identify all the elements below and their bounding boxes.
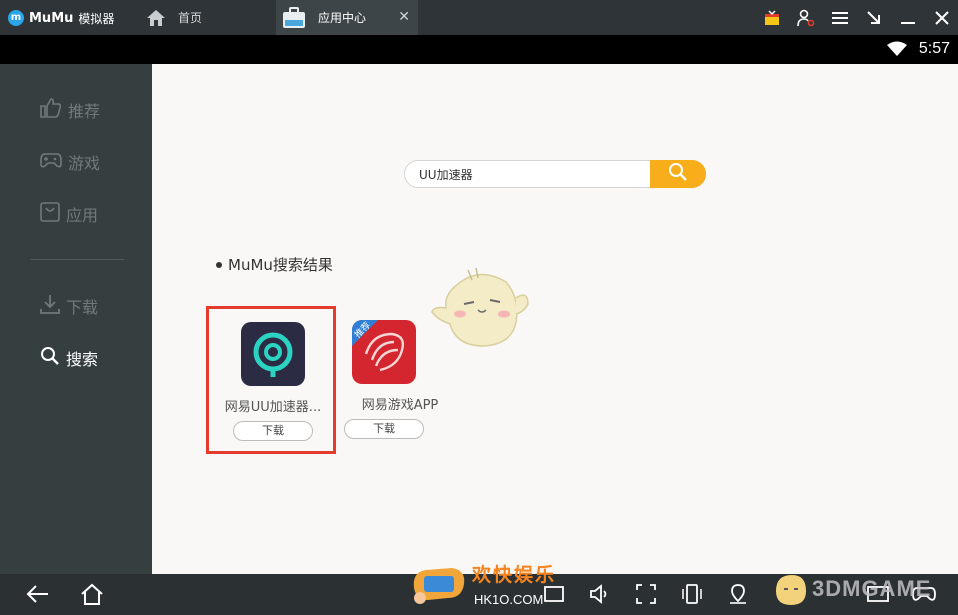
sidebar: 推荐 游戏 应用 下载 搜索 <box>0 64 152 574</box>
user-settings-icon[interactable] <box>796 8 816 28</box>
search-icon <box>40 346 60 370</box>
rotate-icon[interactable] <box>680 582 704 606</box>
sidebar-item-label: 应用 <box>66 206 99 225</box>
sidebar-item-recommend[interactable]: 推荐 <box>40 98 100 122</box>
search-icon <box>668 162 688 186</box>
mumu-logo-icon: m <box>8 10 24 26</box>
status-bar: 5:57 <box>0 35 958 64</box>
results-heading: MuMu搜索结果 <box>216 254 333 275</box>
sidebar-item-label: 游戏 <box>68 154 101 173</box>
location-icon[interactable] <box>726 582 750 606</box>
bullet-icon <box>216 261 222 268</box>
search-button[interactable] <box>650 160 706 188</box>
window-controls <box>762 0 952 35</box>
sidebar-item-apps[interactable]: 应用 <box>40 202 98 226</box>
fullscreen-icon[interactable] <box>634 582 658 606</box>
close-icon[interactable] <box>932 8 952 28</box>
app-logo: m MuMu 模拟器 <box>8 8 114 28</box>
app-result-netease-games[interactable]: 推荐 网易游戏APP 下载 <box>338 309 462 449</box>
app-name: 网易游戏APP <box>361 398 439 413</box>
watermark-3dm: 3DMGAME <box>770 567 931 611</box>
watermark-url: HK1O.COM <box>474 592 544 607</box>
app-center-icon <box>282 6 306 29</box>
sidebar-item-games[interactable]: 游戏 <box>40 150 100 174</box>
logo-subtitle: 模拟器 <box>78 11 115 26</box>
results-title: MuMu搜索结果 <box>228 256 333 274</box>
minimize-icon[interactable] <box>898 8 918 28</box>
tab-home[interactable]: 首页 <box>140 0 276 35</box>
bag-icon <box>40 202 60 226</box>
app-result-uu[interactable]: 网易UU加速器... 下载 <box>206 306 336 454</box>
download-button[interactable]: 下载 <box>344 419 424 439</box>
sidebar-item-label: 下载 <box>66 298 99 317</box>
search-input[interactable] <box>419 165 649 183</box>
menu-icon[interactable] <box>830 8 850 28</box>
home-icon[interactable] <box>80 582 104 606</box>
home-icon <box>146 9 166 27</box>
back-icon[interactable] <box>26 582 50 606</box>
sidebar-item-label: 搜索 <box>66 350 99 369</box>
volume-icon[interactable] <box>588 582 612 606</box>
watermark-hk10: 欢快娱乐 HK1O.COM <box>408 556 578 615</box>
mascot-icon <box>776 575 806 605</box>
tab-home-label: 首页 <box>178 11 203 25</box>
tab-app-center-label: 应用中心 <box>318 11 367 25</box>
main-content: MuMu搜索结果 网易UU加速器... 下载 <box>152 64 958 574</box>
status-time: 5:57 <box>918 40 950 57</box>
wifi-icon <box>886 41 908 61</box>
tab-close-icon[interactable]: ✕ <box>398 9 410 25</box>
uu-accelerator-icon[interactable] <box>241 322 305 386</box>
watermark-text: 欢快娱乐 <box>472 564 557 586</box>
tab-app-center[interactable]: 应用中心 ✕ <box>276 0 418 35</box>
sidebar-item-download[interactable]: 下载 <box>40 294 98 318</box>
download-button[interactable]: 下载 <box>233 421 313 441</box>
logo-text: MuMu <box>29 10 74 26</box>
minimize-arrow-icon[interactable] <box>864 8 884 28</box>
thumbs-up-icon <box>40 98 62 122</box>
sidebar-divider <box>30 259 124 260</box>
netease-games-icon[interactable]: 推荐 <box>352 320 416 384</box>
title-bar: m MuMu 模拟器 首页 应用中心 ✕ <box>0 0 958 35</box>
app-name: 网易UU加速器... <box>224 400 322 415</box>
sidebar-item-search[interactable]: 搜索 <box>40 346 98 370</box>
sidebar-item-label: 推荐 <box>68 102 101 121</box>
download-icon <box>40 294 60 318</box>
watermark-3dm-text: 3DMGAME <box>812 576 932 601</box>
gift-icon[interactable] <box>762 8 782 28</box>
gamepad-icon <box>40 151 62 173</box>
